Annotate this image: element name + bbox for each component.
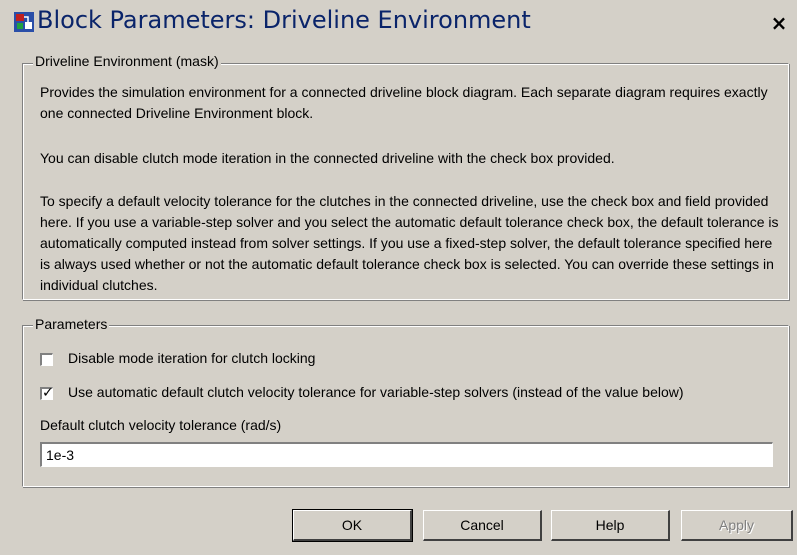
use-auto-tolerance-label[interactable]: Use automatic default clutch velocity to… xyxy=(68,384,684,400)
title-bar[interactable]: Block Parameters: Driveline Environment … xyxy=(0,0,797,38)
tolerance-input[interactable] xyxy=(40,442,773,467)
close-icon[interactable]: × xyxy=(768,12,790,34)
ok-button[interactable]: OK xyxy=(292,509,413,542)
apply-button[interactable]: Apply xyxy=(681,510,793,541)
tolerance-field-label: Default clutch velocity tolerance (rad/s… xyxy=(40,417,282,433)
cancel-button[interactable]: Cancel xyxy=(423,510,542,541)
disable-mode-iteration-label[interactable]: Disable mode iteration for clutch lockin… xyxy=(68,350,315,366)
description-paragraph-3: To specify a default velocity tolerance … xyxy=(40,193,779,293)
dialog-window: Block Parameters: Driveline Environment … xyxy=(0,0,797,555)
simulink-block-icon xyxy=(14,12,34,32)
description-paragraph-2: You can disable clutch mode iteration in… xyxy=(40,150,615,166)
help-button[interactable]: Help xyxy=(551,510,670,541)
window-title: Block Parameters: Driveline Environment xyxy=(37,6,531,34)
description-group-label: Driveline Environment (mask) xyxy=(33,53,221,69)
use-auto-tolerance-checkbox[interactable]: ✓ xyxy=(40,384,54,400)
disable-mode-iteration-checkbox[interactable] xyxy=(40,353,53,366)
parameters-group-label: Parameters xyxy=(33,316,110,332)
checkmark-icon: ✓ xyxy=(42,384,54,400)
description-paragraph-1: Provides the simulation environment for … xyxy=(40,84,768,121)
